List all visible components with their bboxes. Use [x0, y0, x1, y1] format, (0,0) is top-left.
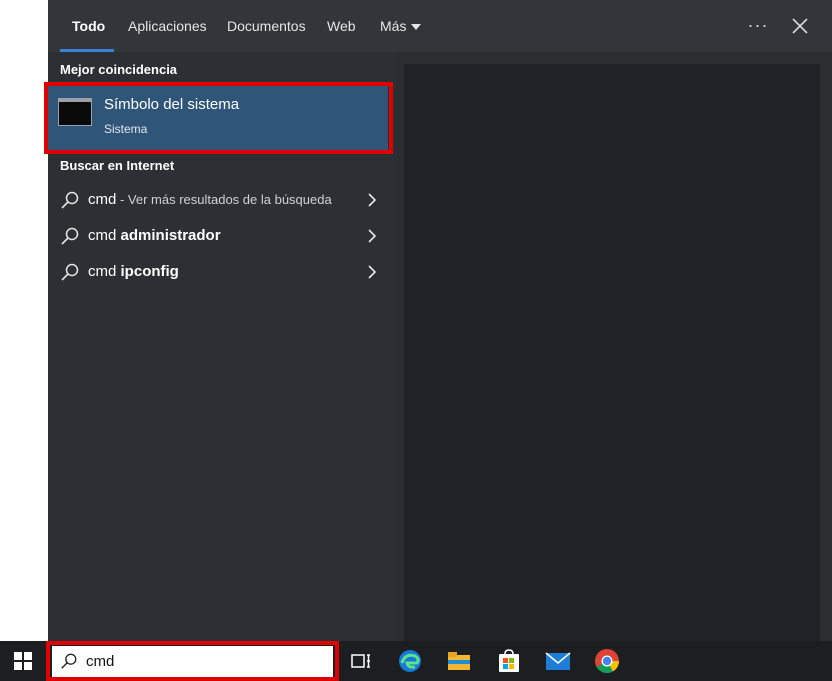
close-button[interactable] [788, 14, 812, 38]
web-result-text: cmd - Ver más resultados de la búsqueda [88, 191, 332, 208]
search-icon [61, 191, 79, 209]
taskbar-search-box[interactable] [52, 646, 333, 677]
preview-pane [404, 64, 820, 641]
search-icon [61, 227, 79, 245]
web-result-cmd[interactable]: cmd - Ver más resultados de la búsqueda [60, 184, 380, 216]
file-explorer-icon[interactable] [446, 648, 472, 674]
chevron-right-icon [368, 265, 377, 279]
best-match-result[interactable]: Símbolo del sistema Sistema [48, 86, 388, 152]
best-match-title: Símbolo del sistema [104, 96, 240, 113]
query-text: cmd [88, 191, 117, 208]
query-text: cmd [88, 263, 121, 280]
search-input[interactable] [86, 650, 316, 672]
more-options-button[interactable]: ··· [746, 14, 770, 38]
chevron-right-icon [368, 229, 377, 243]
chrome-icon[interactable] [594, 648, 620, 674]
query-suffix: - Ver más resultados de la búsqueda [116, 192, 332, 207]
web-result-text: cmd administrador [88, 227, 221, 244]
close-icon [792, 18, 808, 34]
best-match-heading: Mejor coincidencia [60, 62, 178, 77]
web-result-text: cmd ipconfig [88, 263, 179, 280]
query-text: cmd [88, 227, 121, 244]
tab-documentos[interactable]: Documentos [227, 0, 306, 52]
store-icon[interactable] [496, 648, 522, 674]
command-prompt-icon [58, 98, 92, 126]
edge-icon[interactable] [397, 648, 423, 674]
best-match-subtitle: Sistema [104, 122, 148, 136]
windows-start-icon[interactable] [14, 652, 32, 670]
search-icon [61, 263, 79, 281]
mail-icon[interactable] [545, 648, 571, 674]
tab-todo[interactable]: Todo [72, 0, 105, 52]
query-completion: administrador [120, 227, 221, 244]
chevron-right-icon [368, 193, 377, 207]
task-view-icon[interactable] [348, 648, 374, 674]
tab-bar: Todo Aplicaciones Documentos Web Más ··· [48, 0, 832, 52]
web-result-cmd-administrador[interactable]: cmd administrador [60, 220, 380, 252]
search-icon [61, 653, 77, 669]
tab-web[interactable]: Web [327, 0, 356, 52]
query-completion: ipconfig [120, 263, 179, 280]
tab-mas-label: Más [380, 18, 407, 34]
web-search-heading: Buscar en Internet [60, 158, 175, 173]
caret-down-icon [411, 24, 422, 31]
tab-mas[interactable]: Más [380, 0, 422, 52]
tab-aplicaciones[interactable]: Aplicaciones [128, 0, 207, 52]
web-result-cmd-ipconfig[interactable]: cmd ipconfig [60, 256, 380, 288]
